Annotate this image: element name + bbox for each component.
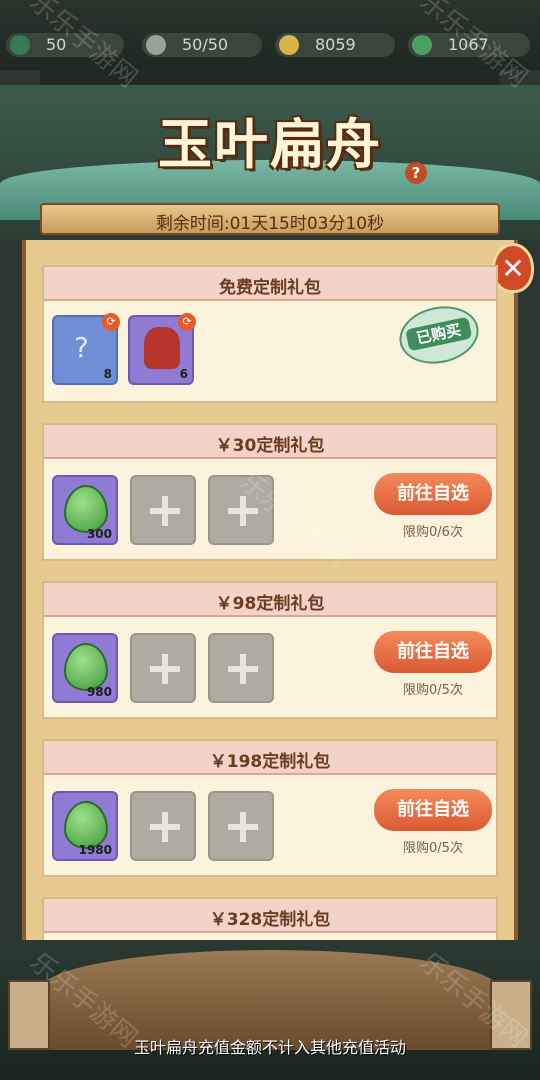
empty-slot[interactable] — [130, 475, 196, 545]
remaining-time-text: 剩余时间:01天15时03分10秒 — [155, 214, 385, 234]
reward-slot-jade-leaf[interactable]: 300 — [52, 475, 118, 545]
stamina-display: 50/50 — [142, 33, 262, 57]
mystery-scroll-icon: ? — [74, 331, 89, 364]
pack-card-header: ￥328定制礼包 — [44, 899, 496, 933]
go-select-button[interactable]: 前往自选 — [374, 631, 492, 673]
empty-slot[interactable] — [130, 633, 196, 703]
pack-card-header: ￥98定制礼包 — [44, 583, 496, 617]
purchase-limit: 限购0/5次 — [403, 683, 463, 698]
jade-leaf-icon — [64, 643, 108, 691]
remaining-time-bar: 剩余时间:01天15时03分10秒 — [40, 203, 500, 235]
go-select-button[interactable]: 前往自选 — [374, 789, 492, 831]
go-select-button[interactable]: 前往自选 — [374, 473, 492, 515]
level-badge-icon — [10, 35, 30, 55]
pack-card-free: 免费定制礼包 ⟳ ? 8 ⟳ 6 已购买 — [42, 265, 498, 403]
pack-card-header: 免费定制礼包 — [44, 267, 496, 301]
pack-card-header: ￥30定制礼包 — [44, 425, 496, 459]
empty-slot[interactable] — [208, 791, 274, 861]
empty-slot[interactable] — [208, 633, 274, 703]
swap-icon[interactable]: ⟳ — [178, 313, 196, 331]
reward-slot-wine-jar[interactable]: ⟳ 6 — [128, 313, 196, 385]
empty-slot[interactable] — [130, 791, 196, 861]
leaf-icon — [412, 35, 432, 55]
jade-leaf-icon — [64, 801, 108, 849]
purchased-stamp: 已购买 — [394, 299, 484, 371]
swap-icon[interactable]: ⟳ — [102, 313, 120, 331]
wine-jar-icon — [144, 327, 180, 369]
pack-title: ￥328定制礼包 — [209, 910, 331, 930]
plus-icon — [150, 654, 180, 684]
pack-card-header: ￥198定制礼包 — [44, 741, 496, 775]
purchase-limit: 限购0/5次 — [403, 841, 463, 856]
pack-title: ￥98定制礼包 — [215, 594, 325, 614]
reward-slot-mystery-scroll[interactable]: ⟳ ? 8 — [52, 313, 120, 385]
plus-icon — [150, 496, 180, 526]
stamina-icon — [146, 35, 166, 55]
event-title: 玉叶扁舟 — [158, 112, 382, 176]
pack-title: ￥198定制礼包 — [209, 752, 331, 772]
coin-icon — [279, 35, 299, 55]
reward-slot-jade-leaf[interactable]: 1980 — [52, 791, 118, 861]
plus-icon — [228, 812, 258, 842]
coins-display: 8059 — [275, 33, 395, 57]
pack-title: ￥30定制礼包 — [215, 436, 325, 456]
footer-note: 玉叶扁舟充值金额不计入其他充值活动 — [133, 1038, 406, 1057]
close-button[interactable]: ✕ — [492, 243, 534, 293]
pack-card-98: ￥98定制礼包 980 前往自选 限购0/5次 — [42, 581, 498, 719]
reward-slot-jade-leaf[interactable]: 980 — [52, 633, 118, 703]
jade-leaf-icon — [64, 485, 108, 533]
plus-icon — [228, 654, 258, 684]
pack-card-198: ￥198定制礼包 1980 前往自选 限购0/5次 — [42, 739, 498, 877]
pack-title: 免费定制礼包 — [219, 278, 321, 298]
plus-icon — [150, 812, 180, 842]
purchase-limit: 限购0/6次 — [403, 525, 463, 540]
help-icon[interactable]: ? — [405, 162, 427, 184]
